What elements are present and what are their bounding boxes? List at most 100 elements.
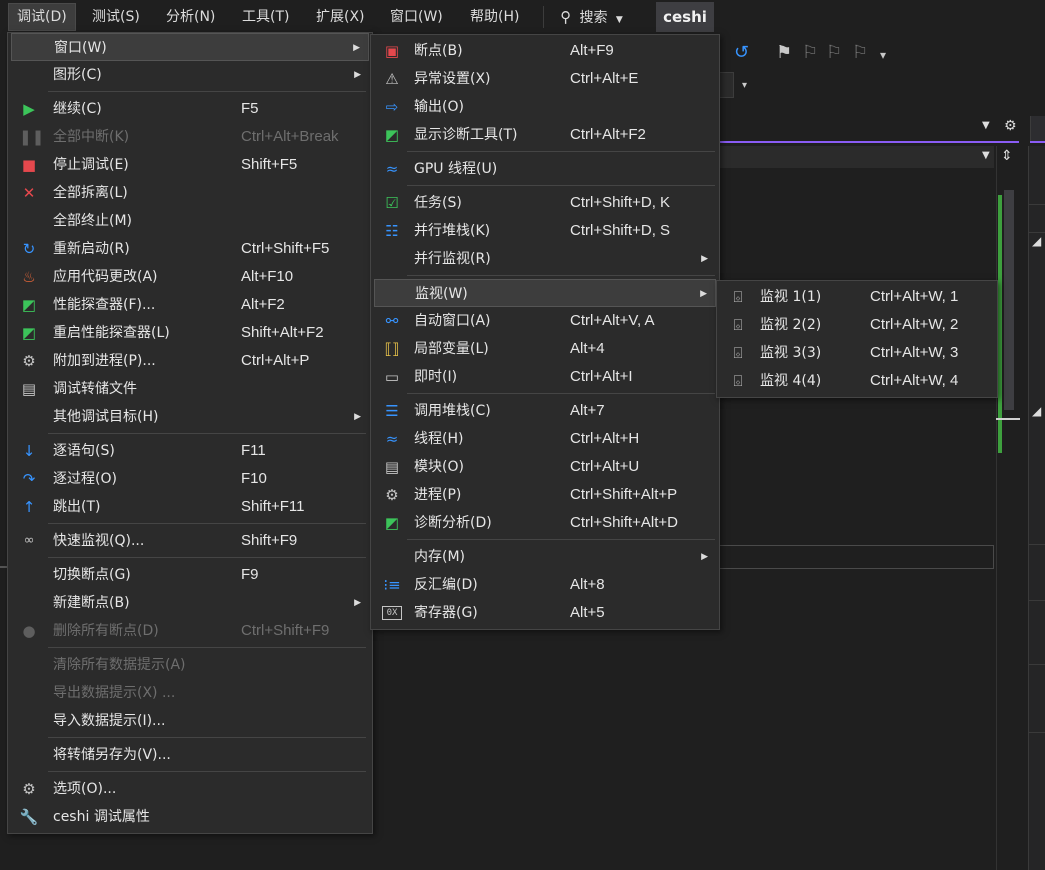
menu-item-relaunch-profiler[interactable]: ◩ 重启性能探查器(L) Shift+Alt+F2: [11, 319, 369, 347]
pause-icon: ❚❚: [19, 128, 45, 146]
menu-analyze[interactable]: 分析(N): [158, 4, 223, 30]
menu-item-attach-to-process[interactable]: ⚙ 附加到进程(P)... Ctrl+Alt+P: [11, 347, 369, 375]
submenu-arrow-icon: ▶: [701, 552, 708, 562]
menu-item-label: 监视 4(4): [760, 373, 822, 389]
menu-item-threads[interactable]: ≈ 线程(H) Ctrl+Alt+H: [374, 425, 716, 453]
menu-item-toggle-breakpoint[interactable]: 切换断点(G) F9: [11, 561, 369, 589]
restart-icon: ↻: [22, 240, 36, 258]
menu-item-gpu-threads[interactable]: ≈ GPU 线程(U): [374, 155, 716, 183]
menu-item-watch-1[interactable]: ⌺ 监视 1(1) Ctrl+Alt+W, 1: [720, 283, 994, 311]
menu-item-output[interactable]: ⇨ 输出(O): [374, 93, 716, 121]
menu-item-watch-3[interactable]: ⌺ 监视 3(3) Ctrl+Alt+W, 3: [720, 339, 994, 367]
clear-bookmarks-icon[interactable]: ⚐: [852, 42, 868, 63]
menu-item-shortcut: Shift+F9: [241, 532, 298, 549]
menu-item-tasks[interactable]: ☑ 任务(S) Ctrl+Shift+D, K: [374, 189, 716, 217]
menu-item-parallel-watch[interactable]: 并行监视(R) ▶: [374, 245, 716, 273]
search-label: 搜索: [579, 10, 608, 26]
locals-icon: ⟦⟧: [384, 340, 400, 358]
menu-item-call-stack[interactable]: ☰ 调用堆栈(C) Alt+7: [374, 397, 716, 425]
menu-item-exception-settings[interactable]: ⚠ 异常设置(X) Ctrl+Alt+E: [374, 65, 716, 93]
solution-name[interactable]: ceshi: [656, 2, 714, 32]
menu-item-diagnostic-analysis[interactable]: ◩ 诊断分析(D) Ctrl+Shift+Alt+D: [374, 509, 716, 537]
menu-item-terminate-all[interactable]: 全部终止(M): [11, 207, 369, 235]
bookmark-icon[interactable]: ⚑: [776, 42, 792, 63]
menu-item-shortcut: Alt+8: [570, 576, 605, 593]
menu-item-label: 重新启动(R): [53, 241, 130, 257]
search-button[interactable]: ⚲ 搜索 ▼: [560, 4, 623, 30]
menu-item-step-out[interactable]: ↑ 跳出(T) Shift+F11: [11, 493, 369, 521]
menu-item-disassembly[interactable]: ⁝≡ 反汇编(D) Alt+8: [374, 571, 716, 599]
menu-item-watch-4[interactable]: ⌺ 监视 4(4) Ctrl+Alt+W, 4: [720, 367, 994, 395]
menu-item-debug-dump-file[interactable]: ▤ 调试转储文件: [11, 375, 369, 403]
menu-item-parallel-stacks[interactable]: ☷ 并行堆栈(K) Ctrl+Shift+D, S: [374, 217, 716, 245]
menu-item-breakpoints[interactable]: ▣ 断点(B) Alt+F9: [374, 37, 716, 65]
menu-separator: [48, 771, 366, 772]
menu-item-modules[interactable]: ▤ 模块(O) Ctrl+Alt+U: [374, 453, 716, 481]
menu-window[interactable]: 窗口(W): [382, 4, 451, 30]
menu-item-shortcut: F10: [241, 470, 267, 487]
menu-item-save-dump-as[interactable]: 将转储另存为(V)...: [11, 741, 369, 769]
menu-item-label: 快速监视(Q)...: [53, 533, 145, 549]
menu-help[interactable]: 帮助(H): [462, 4, 527, 30]
menu-item-label: 显示诊断工具(T): [414, 127, 518, 143]
tab-settings-gear-icon[interactable]: ⚙: [1004, 118, 1017, 134]
diagnostics-tab[interactable]: [1030, 116, 1045, 142]
menu-item-step-over[interactable]: ↷ 逐过程(O) F10: [11, 465, 369, 493]
menu-item-diagnostic-tools[interactable]: ◩ 显示诊断工具(T) Ctrl+Alt+F2: [374, 121, 716, 149]
menu-item-new-breakpoint[interactable]: 新建断点(B) ▶: [11, 589, 369, 617]
menu-item-performance-profiler[interactable]: ◩ 性能探查器(F)... Alt+F2: [11, 291, 369, 319]
menu-item-watch-2[interactable]: ⌺ 监视 2(2) Ctrl+Alt+W, 2: [720, 311, 994, 339]
menu-item-shortcut: Ctrl+Alt+P: [241, 352, 310, 369]
scroll-thumb[interactable]: [1004, 190, 1014, 410]
menu-item-import-datatips[interactable]: 导入数据提示(I)...: [11, 707, 369, 735]
output-panel-bar[interactable]: [714, 545, 994, 569]
menu-item-apply-code-changes[interactable]: ♨ 应用代码更改(A) Alt+F10: [11, 263, 369, 291]
menu-item-processes[interactable]: ⚙ 进程(P) Ctrl+Shift+Alt+P: [374, 481, 716, 509]
menu-item-label: 跳出(T): [53, 499, 101, 515]
menu-item-label: ceshi 调试属性: [53, 809, 150, 825]
menu-item-windows[interactable]: 窗口(W) ▶: [11, 33, 369, 61]
menu-tools[interactable]: 工具(T): [234, 4, 297, 30]
toolbar-combo-dropdown-icon[interactable]: ▾: [742, 80, 747, 91]
menu-separator: [48, 557, 366, 558]
menu-item-restart[interactable]: ↻ 重新启动(R) Ctrl+Shift+F5: [11, 235, 369, 263]
menu-item-shortcut: Ctrl+Alt+Break: [241, 128, 339, 145]
menu-item-locals[interactable]: ⟦⟧ 局部变量(L) Alt+4: [374, 335, 716, 363]
autos-icon: ⚯: [385, 312, 399, 330]
toolbar-overflow-icon[interactable]: ▾: [880, 48, 886, 62]
menu-item-shortcut: Ctrl+Shift+D, K: [570, 194, 671, 211]
prev-bookmark-icon[interactable]: ⚐: [802, 42, 818, 63]
step-back-icon[interactable]: ↺: [734, 42, 749, 63]
split-editor-icon[interactable]: ⇕: [1001, 148, 1013, 164]
menu-item-detach-all[interactable]: ✕ 全部拆离(L): [11, 179, 369, 207]
submenu-arrow-icon: ▶: [354, 70, 361, 80]
menu-item-stop-debugging[interactable]: ■ 停止调试(E) Shift+F5: [11, 151, 369, 179]
menu-item-watch[interactable]: 监视(W) ▶: [374, 279, 716, 307]
profiler-icon: ◩: [21, 296, 37, 314]
navigation-bar[interactable]: ▼: [714, 146, 994, 168]
menu-test[interactable]: 测试(S): [84, 4, 148, 30]
menu-item-registers[interactable]: 0X 寄存器(G) Alt+5: [374, 599, 716, 627]
menu-extensions[interactable]: 扩展(X): [308, 4, 373, 30]
next-bookmark-icon[interactable]: ⚐: [826, 42, 842, 63]
menu-item-label: 删除所有断点(D): [53, 623, 159, 639]
menu-item-immediate[interactable]: ▭ 即时(I) Ctrl+Alt+I: [374, 363, 716, 391]
menu-item-label: 线程(H): [414, 431, 464, 447]
menu-item-graphics[interactable]: 图形(C) ▶: [11, 61, 369, 89]
menu-item-shortcut: F11: [241, 442, 266, 459]
menu-item-options[interactable]: ⚙ 选项(O)...: [11, 775, 369, 803]
hot-reload-icon: ♨: [22, 268, 36, 286]
menu-item-debug-properties[interactable]: 🔧 ceshi 调试属性: [11, 803, 369, 831]
menu-item-other-debug-targets[interactable]: 其他调试目标(H) ▶: [11, 403, 369, 431]
collapse-arrow-icon[interactable]: ◢: [1032, 234, 1041, 248]
menu-item-memory[interactable]: 内存(M) ▶: [374, 543, 716, 571]
navigation-dropdown-icon[interactable]: ▼: [982, 150, 990, 161]
scroll-position-marker: [996, 418, 1020, 420]
menu-item-continue[interactable]: ▶ 继续(C) F5: [11, 95, 369, 123]
menu-item-autos[interactable]: ⚯ 自动窗口(A) Ctrl+Alt+V, A: [374, 307, 716, 335]
menu-item-quick-watch[interactable]: ∞ 快速监视(Q)... Shift+F9: [11, 527, 369, 555]
collapse-arrow-icon-2[interactable]: ◢: [1032, 404, 1041, 418]
tab-list-dropdown-icon[interactable]: ▼: [982, 120, 990, 131]
menu-debug[interactable]: 调试(D): [8, 3, 76, 31]
menu-item-step-into[interactable]: ↓ 逐语句(S) F11: [11, 437, 369, 465]
